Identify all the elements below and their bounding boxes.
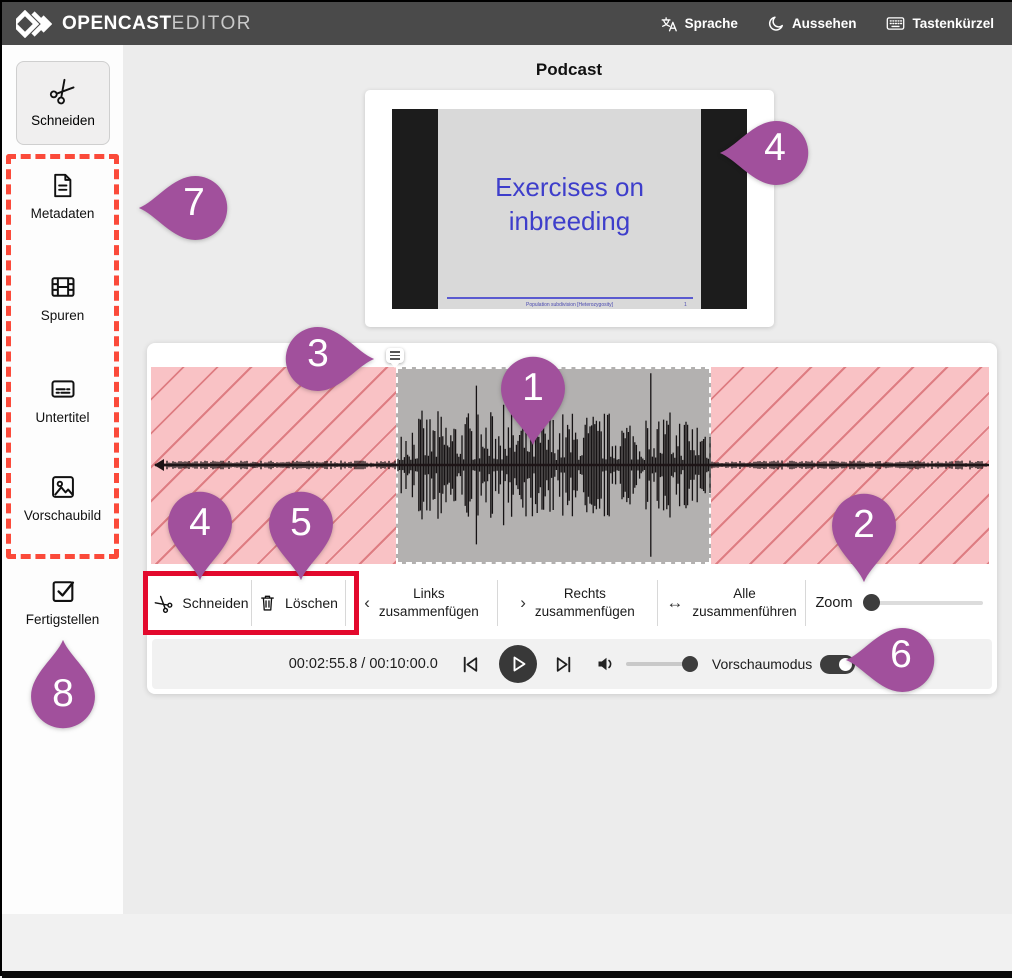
slide-footer-text: Population subdivision [Heterozygosity] xyxy=(438,302,701,308)
opencast-brand: OPENCASTEDITOR xyxy=(16,10,252,38)
sidebar-item-metadata[interactable]: Metadaten xyxy=(2,172,123,221)
trash-icon xyxy=(259,594,276,612)
translate-icon xyxy=(660,15,678,33)
sidebar-item-finish[interactable]: Fertigstellen xyxy=(2,577,123,627)
video-player[interactable]: Exercises oninbreeding Population subdiv… xyxy=(392,109,747,309)
delete-button[interactable]: Löschen xyxy=(251,580,345,626)
scrubber-handle[interactable] xyxy=(386,348,404,363)
chevron-left-icon: ‹ xyxy=(364,593,370,613)
sidebar-item-label: Schneiden xyxy=(31,113,95,128)
keyboard-icon xyxy=(886,15,905,32)
sidebar-item-label: Fertigstellen xyxy=(26,612,100,627)
cut-region-right[interactable] xyxy=(711,367,989,564)
checkbox-icon xyxy=(49,577,77,605)
sidebar-item-label: Spuren xyxy=(41,308,85,323)
previous-frame-button[interactable] xyxy=(460,654,481,675)
cut-button-label: Schneiden xyxy=(182,595,248,611)
page-title: Podcast xyxy=(124,60,1012,80)
delete-button-label: Löschen xyxy=(285,595,338,611)
document-icon xyxy=(49,172,76,199)
film-icon xyxy=(49,273,77,301)
opencast-logo-icon xyxy=(16,10,52,38)
play-icon xyxy=(507,653,529,675)
playback-bar: 00:02:55.8 / 00:10:00.0 Vorschaumodus xyxy=(152,639,992,689)
zoom-label: Zoom xyxy=(815,595,852,611)
top-bar: OPENCASTEDITOR Sprache Aussehen Tastenkü… xyxy=(2,2,1012,45)
pillarbox-right xyxy=(701,109,747,309)
volume-icon[interactable] xyxy=(596,655,616,673)
preview-mode-label: Vorschaumodus xyxy=(712,656,812,672)
scissors-icon xyxy=(44,72,82,110)
slide-divider-line xyxy=(447,297,693,299)
appearance-button[interactable]: Aussehen xyxy=(768,15,857,32)
next-frame-button[interactable] xyxy=(553,654,574,675)
shortcuts-button[interactable]: Tastenkürzel xyxy=(886,15,994,32)
play-button[interactable] xyxy=(499,645,537,683)
sidebar-item-label: Untertitel xyxy=(35,410,89,425)
sidebar-item-tracks[interactable]: Spuren xyxy=(2,273,123,323)
cut-actions-row: Schneiden Löschen ‹ Linkszusammenfügen ›… xyxy=(152,572,992,634)
sidebar-item-thumbnail[interactable]: Vorschaubild xyxy=(2,473,123,523)
timecode: 00:02:55.8 / 00:10:00.0 xyxy=(289,656,438,672)
merge-right-button[interactable]: › Rechtszusammenfügen xyxy=(497,580,657,626)
preview-mode-toggle[interactable] xyxy=(820,655,855,674)
scrubber-tip xyxy=(390,362,400,368)
arrows-merge-icon: ↔ xyxy=(666,593,683,613)
toggle-knob xyxy=(839,658,852,671)
cut-region-left[interactable] xyxy=(151,367,396,564)
timeline-track xyxy=(151,367,992,564)
appearance-label: Aussehen xyxy=(792,16,857,31)
topbar-actions: Sprache Aussehen Tastenkürzel xyxy=(660,15,994,33)
sidebar: Schneiden Metadaten Spuren Untertitel Vo… xyxy=(2,45,123,914)
zoom-slider[interactable] xyxy=(865,601,983,605)
merge-all-button[interactable]: ↔ Allezusammenführen xyxy=(657,580,805,626)
merge-left-button[interactable]: ‹ Linkszusammenfügen xyxy=(345,580,497,626)
subtitles-icon xyxy=(49,375,77,403)
language-button[interactable]: Sprache xyxy=(660,15,738,33)
moon-icon xyxy=(768,15,785,32)
sidebar-item-label: Metadaten xyxy=(31,206,95,221)
cut-button[interactable]: Schneiden xyxy=(152,580,251,626)
active-segment[interactable] xyxy=(396,367,711,564)
brand-title: OPENCASTEDITOR xyxy=(62,13,252,35)
sidebar-item-cutting[interactable]: Schneiden xyxy=(16,61,110,145)
screen-edge xyxy=(2,971,1012,978)
chevron-right-icon: › xyxy=(520,593,526,613)
volume-slider[interactable] xyxy=(626,662,698,666)
language-label: Sprache xyxy=(685,16,738,31)
sidebar-item-subtitles[interactable]: Untertitel xyxy=(2,375,123,425)
image-icon xyxy=(49,473,77,501)
skip-back-icon xyxy=(460,654,481,675)
skip-forward-icon xyxy=(553,654,574,675)
slide-page-number: 1 xyxy=(684,302,687,308)
pillarbox-left xyxy=(392,109,438,309)
zoom-slider-thumb[interactable] xyxy=(863,594,880,611)
shortcuts-label: Tastenkürzel xyxy=(912,16,994,31)
scissors-icon xyxy=(151,590,178,617)
timeline-card: Schneiden Löschen ‹ Linkszusammenfügen ›… xyxy=(147,343,997,694)
zoom-control: Zoom xyxy=(805,580,992,626)
video-preview-card: Exercises oninbreeding Population subdiv… xyxy=(365,90,774,327)
page-bottom-area xyxy=(2,914,1012,971)
sidebar-item-label: Vorschaubild xyxy=(24,508,101,523)
slide-title: Exercises oninbreeding xyxy=(438,171,701,239)
volume-slider-thumb[interactable] xyxy=(682,656,698,672)
